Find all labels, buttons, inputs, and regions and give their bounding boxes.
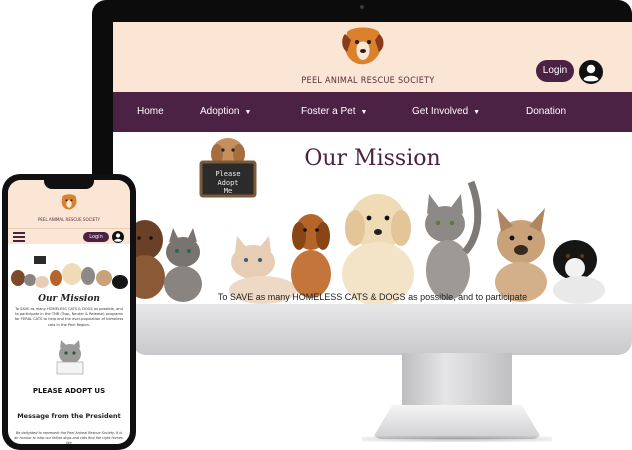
hamburger-menu-icon[interactable] — [13, 232, 25, 242]
cat-with-sign-image — [56, 340, 84, 375]
adopt-us-label: PLEASE ADOPT US — [32, 387, 106, 395]
caret-down-icon: ▼ — [360, 109, 368, 116]
nav-item-donation[interactable]: Donation — [526, 92, 566, 132]
imac-chin — [132, 303, 632, 355]
pets-group-image: Please Adopt Me — [125, 138, 605, 304]
phone-notch — [44, 180, 94, 189]
sign-text-line-3: Me — [224, 187, 232, 195]
mobile-pets-image — [11, 256, 128, 289]
phone-mockup: PEEL ANIMAL RESCUE SOCIETY Login Our Mis… — [2, 174, 136, 450]
user-avatar-icon[interactable] — [112, 231, 124, 243]
nav-label: Get Involved — [412, 106, 469, 117]
caret-down-icon: ▼ — [473, 109, 481, 116]
sign-text-line-2: Adopt — [217, 179, 238, 187]
nav-label: Donation — [526, 106, 567, 117]
desktop-site: PEEL ANIMAL RESCUE SOCIETY Login Home Ad… — [113, 22, 632, 304]
imac-mockup: PEEL ANIMAL RESCUE SOCIETY Login Home Ad… — [92, 0, 632, 442]
dog-logo-icon[interactable] — [59, 193, 79, 211]
hero-subtitle: To SAVE as many HOMELESS CATS & DOGS as … — [217, 292, 528, 302]
nav-label: Home — [137, 106, 164, 117]
imac-camera — [360, 5, 364, 9]
mobile-site: PEEL ANIMAL RESCUE SOCIETY Login Our Mis… — [8, 180, 130, 444]
sign-text-line-1: Please — [215, 170, 240, 178]
nav-label: Adoption — [200, 106, 240, 117]
nav-label: Foster a Pet — [301, 106, 356, 117]
site-name: PEEL ANIMAL RESCUE SOCIETY — [301, 76, 435, 86]
imac-base-shadow — [362, 436, 552, 442]
mobile-site-name: PEEL ANIMAL RESCUE SOCIETY — [37, 217, 100, 222]
nav-item-adoption[interactable]: Adoption ▼ — [200, 92, 251, 132]
hero-section: Our Mission Please Adopt Me To SAVE as m… — [113, 132, 632, 304]
mobile-mission-text: To SAVE as many HOMELESS CATS & DOGS as … — [14, 307, 124, 327]
president-message-title: Message from the President — [17, 412, 121, 420]
dog-logo-icon[interactable] — [339, 24, 387, 68]
mobile-login-button[interactable]: Login — [83, 232, 109, 242]
site-header: PEEL ANIMAL RESCUE SOCIETY Login — [113, 22, 632, 92]
nav-item-foster[interactable]: Foster a Pet ▼ — [301, 92, 367, 132]
imac-stand-base — [372, 405, 542, 439]
caret-down-icon: ▼ — [244, 109, 252, 116]
main-nav: Home Adoption ▼ Foster a Pet ▼ Get Involve… — [113, 92, 632, 132]
mobile-nav: Login — [8, 228, 130, 244]
president-message-text: Be delighted to represent the Peel Anima… — [14, 431, 124, 444]
imac-stand-neck — [402, 353, 512, 408]
user-avatar-icon[interactable] — [579, 60, 603, 84]
nav-item-get-involved[interactable]: Get Involved ▼ — [412, 92, 480, 132]
mobile-mission-title: Our Mission — [38, 294, 100, 304]
login-button[interactable]: Login — [536, 60, 574, 82]
nav-item-home[interactable]: Home — [137, 92, 164, 132]
